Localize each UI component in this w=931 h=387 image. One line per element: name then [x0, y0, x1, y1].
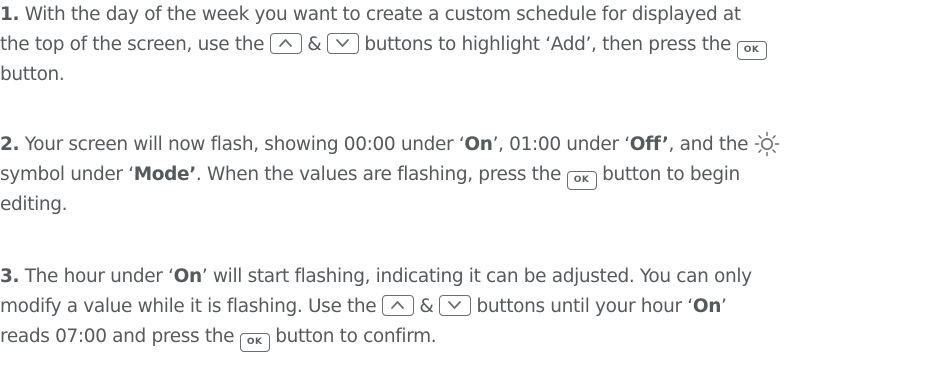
step-text: button to begin: [602, 164, 740, 185]
step-1-line-3: button.: [0, 60, 931, 90]
step-text: With the day of the week you want to cre…: [19, 4, 741, 25]
step-text: the top of the screen, use the: [0, 34, 265, 55]
step-number: 1.: [0, 4, 20, 25]
step-text: symbol under ‘: [0, 164, 134, 185]
step-text: . When the values are flashing, press th…: [195, 164, 561, 185]
ok-button-icon: OK: [566, 171, 597, 190]
ampersand: &: [419, 296, 434, 317]
step-2-line-1: 2. Your screen will now flash, showing 0…: [0, 130, 931, 160]
ok-button-icon: OK: [736, 41, 767, 60]
step-text: editing.: [0, 194, 68, 215]
step-text: ’, 01:00 under ‘: [492, 134, 631, 155]
step-1: 1. With the day of the week you want to …: [0, 0, 931, 90]
ok-button-icon: OK: [239, 333, 270, 352]
step-number: 2.: [0, 134, 20, 155]
ampersand: &: [307, 34, 322, 55]
on-label: On: [692, 296, 722, 317]
up-arrow-button-icon: [381, 295, 414, 316]
step-text: ’ will start flashing, indicating it can…: [201, 266, 752, 287]
step-text: reads 07:00 and press the: [0, 326, 235, 347]
step-text: modify a value while it is flashing. Use…: [0, 296, 377, 317]
up-arrow-button-icon: [269, 33, 302, 54]
on-label: On: [173, 266, 203, 287]
step-1-line-2: the top of the screen, use the & buttons…: [0, 30, 931, 60]
step-3-line-1: 3. The hour under ‘On’ will start flashi…: [0, 262, 931, 292]
step-3-line-2: modify a value while it is flashing. Use…: [0, 292, 931, 322]
step-text: ’: [721, 296, 727, 317]
step-number: 3.: [0, 266, 20, 287]
step-2-line-2: symbol under ‘Mode’. When the values are…: [0, 160, 931, 190]
step-3: 3. The hour under ‘On’ will start flashi…: [0, 262, 931, 352]
step-1-line-1: 1. With the day of the week you want to …: [0, 0, 931, 30]
down-arrow-button-icon: [439, 295, 471, 316]
sun-mode-icon: [754, 131, 780, 157]
off-label: Off’: [629, 134, 669, 155]
step-2: 2. Your screen will now flash, showing 0…: [0, 130, 931, 220]
on-label: On: [464, 134, 493, 155]
step-2-line-3: editing.: [0, 190, 931, 220]
step-3-line-3: reads 07:00 and press the OK button to c…: [0, 322, 931, 352]
step-text: button to confirm.: [275, 326, 437, 347]
down-arrow-button-icon: [326, 33, 359, 54]
step-text: buttons to highlight ‘Add’, then press t…: [364, 34, 731, 55]
mode-label: Mode’: [133, 164, 197, 185]
step-text: , and the: [668, 134, 749, 155]
step-text: button.: [0, 64, 65, 85]
step-text: The hour under ‘: [19, 266, 174, 287]
step-text: Your screen will now flash, showing 00:0…: [19, 134, 465, 155]
step-text: buttons until your hour ‘: [476, 296, 694, 317]
